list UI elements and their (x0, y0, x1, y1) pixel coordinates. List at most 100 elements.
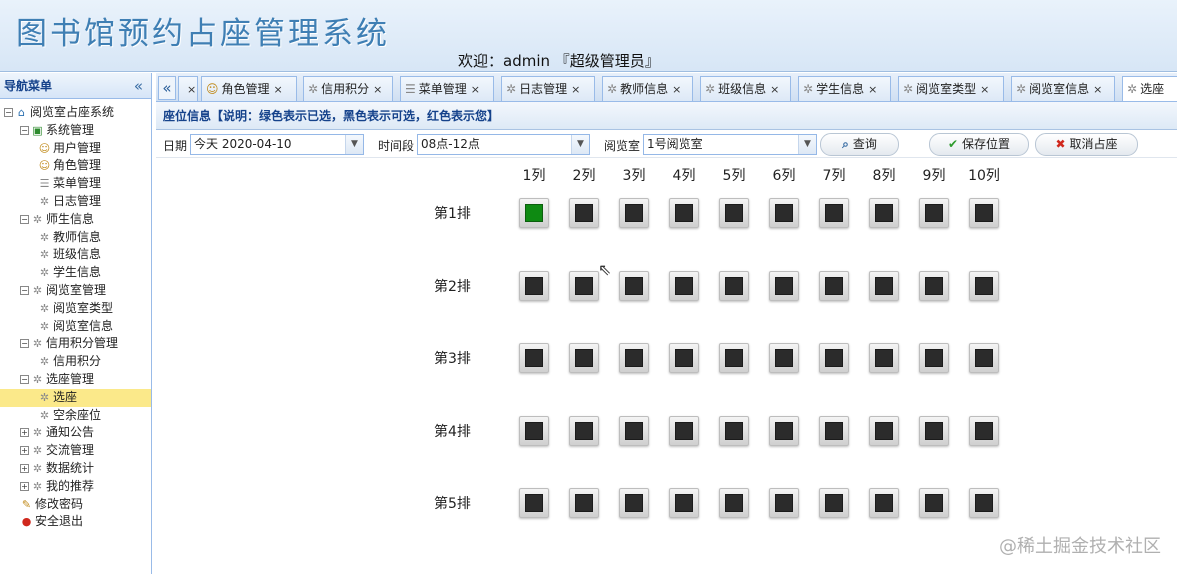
tab[interactable]: ✲ 选座 (1122, 76, 1177, 101)
close-icon[interactable]: × (373, 83, 382, 96)
expand-toggle-icon[interactable]: + (20, 446, 29, 456)
seat-3-7[interactable] (819, 343, 849, 373)
sidebar-item[interactable]: ✲ 空余座位 (0, 407, 151, 425)
sidebar-item[interactable]: ☺ 角色管理 (0, 157, 151, 175)
search-button[interactable]: ⌕ 查询 (820, 133, 899, 156)
date-select[interactable]: 今天 2020-04-10 ▼ (190, 134, 364, 155)
seat-1-5[interactable] (719, 198, 749, 228)
expand-toggle-icon[interactable]: + (20, 481, 29, 491)
seat-1-7[interactable] (819, 198, 849, 228)
seat-3-2[interactable] (569, 343, 599, 373)
room-select[interactable]: 1号阅览室 ▼ (643, 134, 817, 155)
sidebar-item[interactable]: + ✲ 我的推荐 (0, 478, 151, 496)
seat-2-5[interactable] (719, 270, 749, 301)
seat-2-3[interactable] (619, 270, 649, 301)
close-icon[interactable]: × (980, 83, 989, 96)
sidebar-item[interactable]: − ⌂ 阅览室占座系统 (0, 104, 151, 122)
close-icon[interactable]: × (571, 83, 580, 96)
seat-4-6[interactable] (769, 415, 799, 446)
seat-3-10[interactable] (969, 343, 999, 373)
close-icon[interactable]: × (187, 83, 196, 96)
seat-5-2[interactable] (569, 488, 599, 518)
seat-2-7[interactable] (819, 270, 849, 301)
seat-5-7[interactable] (819, 488, 849, 518)
seat-4-1[interactable] (519, 415, 549, 446)
chevron-down-icon[interactable]: ▼ (798, 135, 816, 154)
sidebar-item[interactable]: − ▣ 系统管理 (0, 122, 151, 140)
tab[interactable]: × (178, 76, 198, 101)
seat-1-2[interactable] (569, 198, 599, 228)
tab[interactable]: ☺ 角色管理 × (201, 76, 297, 101)
tab[interactable]: ✲ 信用积分 × (303, 76, 393, 101)
seat-3-1[interactable] (519, 343, 549, 373)
seat-4-2[interactable] (569, 415, 599, 446)
seat-5-5[interactable] (719, 488, 749, 518)
chevron-down-icon[interactable]: ▼ (571, 135, 589, 154)
seat-1-3[interactable] (619, 198, 649, 228)
close-icon[interactable]: × (672, 83, 681, 96)
sidebar-item[interactable]: ✲ 阅览室信息 (0, 318, 151, 336)
collapse-toggle-icon[interactable]: − (20, 214, 29, 224)
tab[interactable]: ✲ 阅览室信息 × (1011, 76, 1115, 101)
seat-2-1[interactable] (519, 270, 549, 301)
collapse-toggle-icon[interactable]: − (20, 125, 29, 135)
tab[interactable]: ✲ 班级信息 × (700, 76, 791, 101)
expand-toggle-icon[interactable]: + (20, 428, 29, 438)
tab[interactable]: ✲ 日志管理 × (501, 76, 595, 101)
sidebar-item[interactable]: + ✲ 通知公告 (0, 424, 151, 442)
seat-5-3[interactable] (619, 488, 649, 518)
sidebar-item[interactable]: + ✲ 交流管理 (0, 442, 151, 460)
sidebar-item[interactable]: − ✲ 选座管理 (0, 371, 151, 389)
seat-5-6[interactable] (769, 488, 799, 518)
seat-1-8[interactable] (869, 198, 899, 228)
double-chevron-left-icon[interactable]: « (134, 73, 143, 99)
sidebar-item[interactable]: ✲ 日志管理 (0, 193, 151, 211)
seat-5-9[interactable] (919, 488, 949, 518)
seat-5-4[interactable] (669, 488, 699, 518)
seat-1-1[interactable] (519, 198, 549, 228)
seat-2-4[interactable] (669, 270, 699, 301)
sidebar-item[interactable]: ✲ 学生信息 (0, 264, 151, 282)
tab[interactable]: ✲ 教师信息 × (602, 76, 693, 101)
collapse-toggle-icon[interactable]: − (20, 285, 29, 295)
seat-3-3[interactable] (619, 343, 649, 373)
seat-5-1[interactable] (519, 488, 549, 518)
seat-1-6[interactable] (769, 198, 799, 228)
sidebar-item[interactable]: ☰ 菜单管理 (0, 175, 151, 193)
seat-2-10[interactable] (969, 270, 999, 301)
sidebar-item[interactable]: ✲ 选座 (0, 388, 151, 407)
seat-1-9[interactable] (919, 198, 949, 228)
close-icon[interactable]: × (770, 83, 779, 96)
double-chevron-left-icon[interactable]: « (158, 76, 176, 100)
sidebar-item[interactable]: ✲ 信用积分 (0, 353, 151, 371)
seat-3-8[interactable] (869, 343, 899, 373)
collapse-toggle-icon[interactable]: − (20, 374, 29, 384)
seat-5-8[interactable] (869, 488, 899, 518)
tab[interactable]: ✲ 阅览室类型 × (898, 76, 1004, 101)
sidebar-item[interactable]: + ✲ 数据统计 (0, 460, 151, 478)
save-seat-button[interactable]: ✔ 保存位置 (929, 133, 1029, 156)
seat-5-10[interactable] (969, 488, 999, 518)
sidebar-item[interactable]: ✲ 班级信息 (0, 246, 151, 264)
seat-1-4[interactable] (669, 198, 699, 228)
seat-2-2[interactable] (569, 270, 599, 301)
seat-1-10[interactable] (969, 198, 999, 228)
seat-4-5[interactable] (719, 415, 749, 446)
collapse-toggle-icon[interactable]: − (20, 339, 29, 349)
seat-2-6[interactable] (769, 270, 799, 301)
seat-2-9[interactable] (919, 270, 949, 301)
collapse-toggle-icon[interactable]: − (4, 108, 13, 117)
sidebar-item[interactable]: − ✲ 阅览室管理 (0, 282, 151, 300)
sidebar-item[interactable]: ● 安全退出 (0, 513, 151, 531)
period-select[interactable]: 08点-12点 ▼ (417, 134, 590, 155)
seat-4-4[interactable] (669, 415, 699, 446)
seat-4-8[interactable] (869, 415, 899, 446)
close-icon[interactable]: × (868, 83, 877, 96)
sidebar-item[interactable]: ☺ 用户管理 (0, 140, 151, 158)
close-icon[interactable]: × (274, 83, 283, 96)
seat-4-9[interactable] (919, 415, 949, 446)
seat-4-3[interactable] (619, 415, 649, 446)
sidebar-item[interactable]: ✲ 阅览室类型 (0, 300, 151, 318)
close-icon[interactable]: × (471, 83, 480, 96)
seat-3-5[interactable] (719, 343, 749, 373)
